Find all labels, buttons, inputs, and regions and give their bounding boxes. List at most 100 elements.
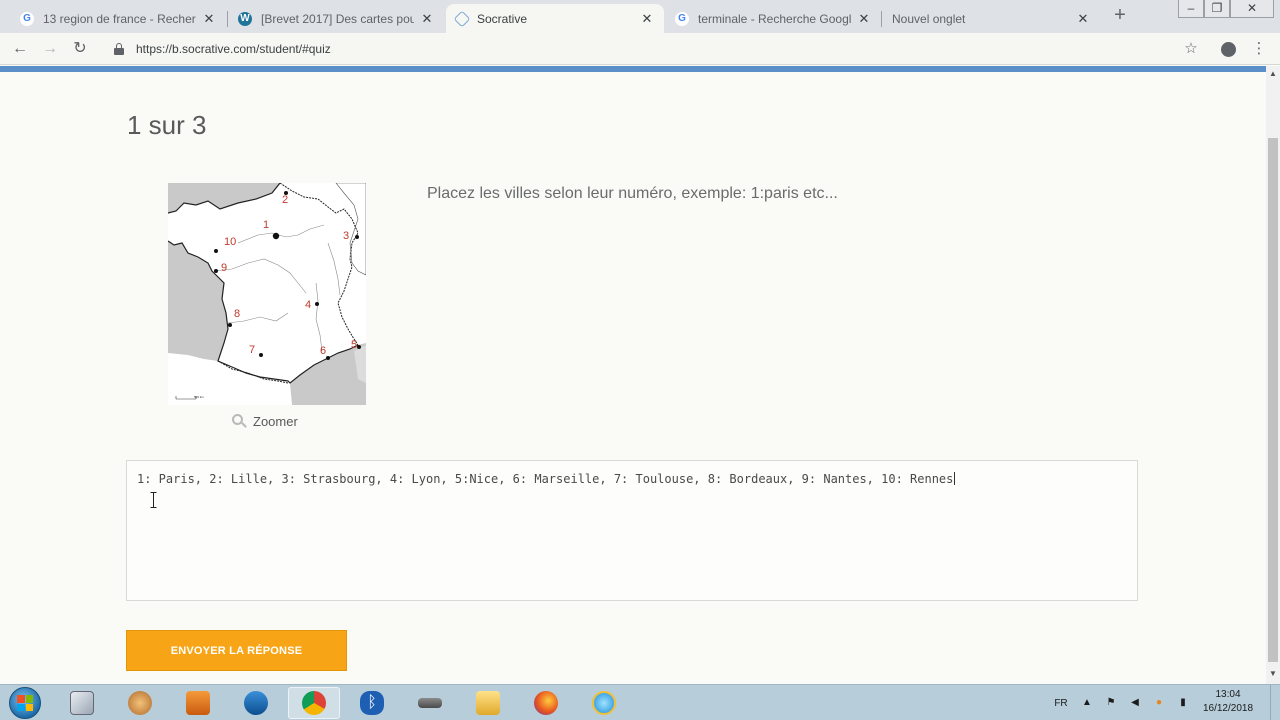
- minimize-icon[interactable]: –: [1178, 0, 1204, 18]
- city-dot-5: [357, 345, 361, 349]
- page-header-bar: [0, 66, 1266, 72]
- zoom-button[interactable]: Zoomer: [232, 414, 298, 429]
- answer-textarea[interactable]: 1: Paris, 2: Lille, 3: Strasbourg, 4: Ly…: [126, 460, 1138, 601]
- map-label-10: 10: [224, 236, 236, 248]
- city-dot-3: [355, 235, 359, 239]
- map-label-7: 7: [249, 344, 255, 356]
- chrome-icon: [302, 691, 326, 715]
- bluetooth-icon: ᛒ: [360, 691, 384, 715]
- tab-title: 13 region de france - Recherche: [43, 11, 196, 26]
- media-player-icon: [186, 691, 210, 715]
- wave-app-icon: [244, 691, 268, 715]
- city-dot-7: [259, 353, 263, 357]
- browser-tab-4[interactable]: G terminale - Recherche Google ✕: [665, 4, 881, 33]
- browser-tab-strip: G 13 region de france - Recherche ✕ W [B…: [0, 0, 1280, 33]
- language-indicator[interactable]: FR: [1050, 698, 1072, 709]
- profile-avatar-icon[interactable]: [1221, 42, 1236, 57]
- taskbar-clock[interactable]: 13:04 16/12/2018: [1196, 688, 1260, 716]
- submit-answer-button[interactable]: ENVOYER LA RÉPONSE: [126, 630, 347, 671]
- clock-time: 13:04: [1215, 689, 1241, 700]
- reload-icon[interactable]: ↻: [70, 39, 90, 59]
- zoom-label: Zoomer: [253, 414, 298, 429]
- new-tab-button[interactable]: +: [1108, 5, 1132, 27]
- browser-toolbar: ← → ↻ https://b.socrative.com/student/#q…: [0, 33, 1280, 65]
- france-map-image[interactable]: 500 km 1 2 3 4 5 6 7 8 9 10: [168, 183, 366, 405]
- map-label-5: 5: [351, 339, 357, 351]
- folder-icon: [476, 691, 500, 715]
- windows-taskbar: ᛒ FR ▲ ⚑ ◀ ● ▮ 13:04 16/12/2018: [0, 684, 1280, 720]
- taskbar-app-firefox[interactable]: [520, 687, 572, 719]
- map-label-8: 8: [234, 308, 240, 320]
- close-tab-icon[interactable]: ✕: [857, 11, 871, 26]
- map-label-4: 4: [305, 299, 311, 311]
- close-window-icon[interactable]: ✕: [1230, 0, 1274, 18]
- svg-text:500 km: 500 km: [194, 395, 204, 399]
- address-bar[interactable]: https://b.socrative.com/student/#quiz: [102, 37, 1212, 61]
- scrollbar-thumb[interactable]: [1268, 138, 1278, 662]
- action-center-flag-icon[interactable]: ⚑: [1104, 697, 1118, 709]
- browser-tab-5[interactable]: Nouvel onglet ✕: [882, 4, 1100, 33]
- map-label-2: 2: [282, 194, 288, 206]
- taskbar-app-tool[interactable]: [404, 687, 456, 719]
- taskbar-app-explorer-docs[interactable]: [56, 687, 108, 719]
- tool-app-icon: [418, 698, 442, 708]
- question-progress: 1 sur 3: [127, 110, 207, 140]
- city-dot-4: [315, 302, 319, 306]
- magnifier-icon: [232, 414, 247, 429]
- city-dot-6: [326, 356, 330, 360]
- bookmark-star-icon[interactable]: ☆: [1181, 39, 1201, 59]
- taskbar-app-media[interactable]: [172, 687, 224, 719]
- question-text: Placez les villes selon leur numéro, exe…: [427, 185, 838, 202]
- taskbar-app-hand[interactable]: [114, 687, 166, 719]
- menu-kebab-icon[interactable]: ⋮: [1249, 39, 1269, 59]
- taskbar-app-wave[interactable]: [230, 687, 282, 719]
- map-label-9: 9: [221, 262, 227, 274]
- tab-title: Socrative: [477, 11, 528, 26]
- close-tab-icon[interactable]: ✕: [640, 11, 654, 26]
- scroll-down-arrow-icon[interactable]: ▼: [1266, 668, 1280, 680]
- city-dot-8: [228, 323, 232, 327]
- wordpress-icon: W: [238, 11, 252, 26]
- map-label-6: 6: [320, 345, 326, 357]
- city-dot-9: [214, 269, 218, 273]
- hand-app-icon: [128, 691, 152, 715]
- socrative-icon: [453, 10, 471, 27]
- taskbar-app-folder[interactable]: [462, 687, 514, 719]
- forward-arrow-icon[interactable]: →: [40, 39, 60, 59]
- internet-explorer-icon: [592, 691, 616, 715]
- close-tab-icon[interactable]: ✕: [1076, 11, 1090, 26]
- tab-title: Nouvel onglet: [892, 11, 966, 26]
- map-label-1: 1: [263, 219, 269, 231]
- taskbar-app-ie[interactable]: [578, 687, 630, 719]
- battery-icon[interactable]: ▮: [1176, 697, 1190, 709]
- page-scrollbar[interactable]: ▲ ▼: [1266, 66, 1280, 684]
- ibeam-cursor-icon: [150, 492, 157, 508]
- google-icon: G: [20, 11, 34, 26]
- browser-tab-2[interactable]: W [Brevet 2017] Des cartes pour ré ✕: [228, 4, 444, 33]
- start-button[interactable]: [5, 686, 45, 720]
- windows-flag-icon: [17, 695, 33, 711]
- taskbar-app-chrome[interactable]: [288, 687, 340, 719]
- volume-icon[interactable]: ◀: [1128, 697, 1142, 709]
- restore-icon[interactable]: ❐: [1204, 0, 1230, 18]
- clock-date: 16/12/2018: [1202, 703, 1254, 714]
- window-controls: – ❐ ✕: [1178, 0, 1274, 18]
- show-desktop-button[interactable]: [1270, 685, 1280, 720]
- text-caret: [954, 472, 956, 485]
- close-tab-icon[interactable]: ✕: [202, 11, 216, 26]
- answer-text: 1: Paris, 2: Lille, 3: Strasbourg, 4: Ly…: [137, 472, 954, 486]
- tab-title: [Brevet 2017] Des cartes pour ré: [261, 11, 414, 26]
- tray-expand-icon[interactable]: ▲: [1080, 697, 1094, 709]
- close-tab-icon[interactable]: ✕: [420, 11, 434, 26]
- answer-text-wrapper: 1: Paris, 2: Lille, 3: Strasbourg, 4: Ly…: [137, 472, 956, 486]
- taskbar-app-bluetooth[interactable]: ᛒ: [346, 687, 398, 719]
- city-dot-10: [214, 249, 218, 253]
- documents-icon: [70, 691, 94, 715]
- firefox-tray-icon[interactable]: ●: [1152, 697, 1166, 709]
- tab-title: terminale - Recherche Google: [698, 11, 851, 26]
- google-icon: G: [675, 11, 689, 26]
- browser-tab-1[interactable]: G 13 region de france - Recherche ✕: [10, 4, 226, 33]
- browser-tab-3-active[interactable]: Socrative ✕: [446, 4, 664, 33]
- scroll-up-arrow-icon[interactable]: ▲: [1266, 68, 1280, 80]
- back-arrow-icon[interactable]: ←: [10, 39, 30, 59]
